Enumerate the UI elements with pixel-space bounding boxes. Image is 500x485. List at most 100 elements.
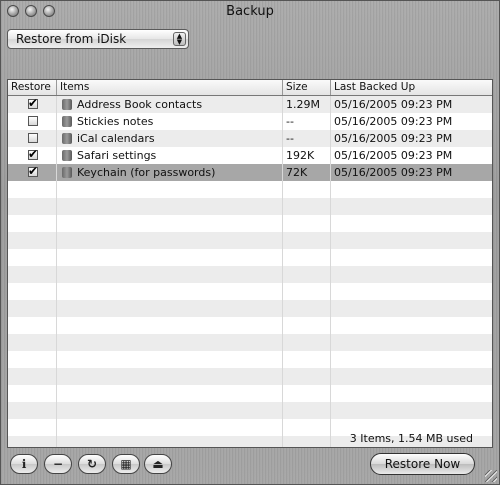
empty-table-row[interactable] xyxy=(8,232,492,249)
empty-table-row[interactable] xyxy=(8,317,492,334)
last-backed-up-value: 05/16/2005 09:23 PM xyxy=(334,149,453,162)
empty-table-row[interactable] xyxy=(8,181,492,198)
refresh-button[interactable]: ↻ xyxy=(78,454,106,474)
column-header-size[interactable]: Size xyxy=(283,80,331,95)
size-value: 1.29M xyxy=(286,98,320,111)
empty-table-row[interactable] xyxy=(8,368,492,385)
resize-grip-icon[interactable] xyxy=(485,470,497,482)
last-backed-up-cell: 05/16/2005 09:23 PM xyxy=(331,113,492,130)
empty-table-row[interactable] xyxy=(8,283,492,300)
restore-cell xyxy=(8,113,57,130)
item-cell xyxy=(57,198,283,215)
restore-cell xyxy=(8,334,57,351)
item-icon xyxy=(62,116,72,127)
calculator-button[interactable]: ▦ xyxy=(112,454,140,474)
table-row[interactable]: Keychain (for passwords) 72K 05/16/2005 09… xyxy=(8,163,492,181)
column-header-items[interactable]: Items xyxy=(57,80,283,95)
empty-table-row[interactable] xyxy=(8,385,492,402)
item-icon xyxy=(62,167,72,178)
size-cell xyxy=(283,232,331,249)
empty-table-row[interactable] xyxy=(8,266,492,283)
info-icon: ℹ xyxy=(21,457,27,471)
empty-table-row[interactable] xyxy=(8,351,492,368)
item-icon xyxy=(62,133,72,144)
restore-cell xyxy=(8,146,57,164)
restore-cell xyxy=(8,436,57,447)
title-bar: Backup xyxy=(1,1,499,23)
item-cell: Keychain (for passwords) xyxy=(57,164,283,181)
item-label: Safari settings xyxy=(77,149,157,162)
last-backed-up-cell xyxy=(331,317,492,334)
column-header-restore[interactable]: Restore xyxy=(8,80,57,95)
backup-items-table: Restore Items Size Last Backed Up Addres… xyxy=(7,79,493,448)
restore-checkbox[interactable] xyxy=(28,146,38,163)
last-backed-up-cell xyxy=(331,351,492,368)
restore-checkbox[interactable] xyxy=(28,133,38,143)
size-cell xyxy=(283,215,331,232)
size-cell xyxy=(283,283,331,300)
restore-checkbox[interactable] xyxy=(28,163,38,180)
last-backed-up-value: 05/16/2005 09:23 PM xyxy=(334,132,453,145)
last-backed-up-cell xyxy=(331,300,492,317)
item-label: Keychain (for passwords) xyxy=(77,166,216,179)
size-cell xyxy=(283,249,331,266)
size-value: 72K xyxy=(286,166,308,179)
restore-cell xyxy=(8,130,57,147)
eject-icon: ⏏ xyxy=(152,457,164,471)
minus-icon: − xyxy=(52,457,64,471)
table-row[interactable]: Stickies notes -- 05/16/2005 09:23 PM xyxy=(8,113,492,130)
last-backed-up-cell: 05/16/2005 09:23 PM xyxy=(331,96,492,113)
size-cell: 1.29M xyxy=(283,96,331,113)
restore-checkbox[interactable] xyxy=(28,116,38,126)
last-backed-up-value: 05/16/2005 09:23 PM xyxy=(334,98,453,111)
table-row[interactable]: iCal calendars -- 05/16/2005 09:23 PM xyxy=(8,130,492,147)
size-value: -- xyxy=(286,132,294,145)
last-backed-up-cell xyxy=(331,215,492,232)
restore-now-button[interactable]: Restore Now xyxy=(370,453,475,475)
item-cell xyxy=(57,419,283,436)
empty-table-row[interactable] xyxy=(8,198,492,215)
size-cell xyxy=(283,181,331,198)
eject-button[interactable]: ⏏ xyxy=(144,454,172,474)
restore-checkbox[interactable] xyxy=(28,95,38,112)
restore-cell xyxy=(8,249,57,266)
empty-table-row[interactable] xyxy=(8,249,492,266)
refresh-icon: ↻ xyxy=(86,457,98,471)
empty-table-row[interactable] xyxy=(8,402,492,419)
restore-cell xyxy=(8,300,57,317)
backup-window: Backup Restore from iDisk ▲ ▼ Restore Ite… xyxy=(0,0,500,485)
restore-cell xyxy=(8,385,57,402)
item-cell xyxy=(57,232,283,249)
item-cell xyxy=(57,266,283,283)
size-cell xyxy=(283,368,331,385)
restore-cell xyxy=(8,163,57,181)
size-cell xyxy=(283,402,331,419)
last-backed-up-cell xyxy=(331,181,492,198)
empty-table-row[interactable] xyxy=(8,334,492,351)
last-backed-up-cell: 05/16/2005 09:23 PM xyxy=(331,147,492,164)
item-label: Address Book contacts xyxy=(77,98,203,111)
column-header-last-backed-up[interactable]: Last Backed Up xyxy=(331,80,492,95)
empty-table-row[interactable] xyxy=(8,215,492,232)
remove-button[interactable]: − xyxy=(44,454,72,474)
restore-cell xyxy=(8,198,57,215)
empty-table-row[interactable] xyxy=(8,300,492,317)
table-row[interactable]: Address Book contacts 1.29M 05/16/2005 09:… xyxy=(8,95,492,113)
table-body: Address Book contacts 1.29M 05/16/2005 09:… xyxy=(8,95,492,447)
info-button[interactable]: ℹ xyxy=(10,454,38,474)
last-backed-up-value: 05/16/2005 09:23 PM xyxy=(334,166,453,179)
last-backed-up-cell xyxy=(331,402,492,419)
table-row[interactable]: Safari settings 192K 05/16/2005 09:23 PM xyxy=(8,146,492,164)
size-value: -- xyxy=(286,115,294,128)
restore-cell xyxy=(8,95,57,113)
item-cell xyxy=(57,385,283,402)
restore-cell xyxy=(8,351,57,368)
last-backed-up-cell xyxy=(331,368,492,385)
size-cell: 72K xyxy=(283,164,331,181)
restore-source-popup[interactable]: Restore from iDisk ▲ ▼ xyxy=(7,29,189,49)
last-backed-up-cell xyxy=(331,334,492,351)
last-backed-up-value: 05/16/2005 09:23 PM xyxy=(334,115,453,128)
item-cell xyxy=(57,249,283,266)
size-cell xyxy=(283,198,331,215)
item-cell xyxy=(57,436,283,447)
